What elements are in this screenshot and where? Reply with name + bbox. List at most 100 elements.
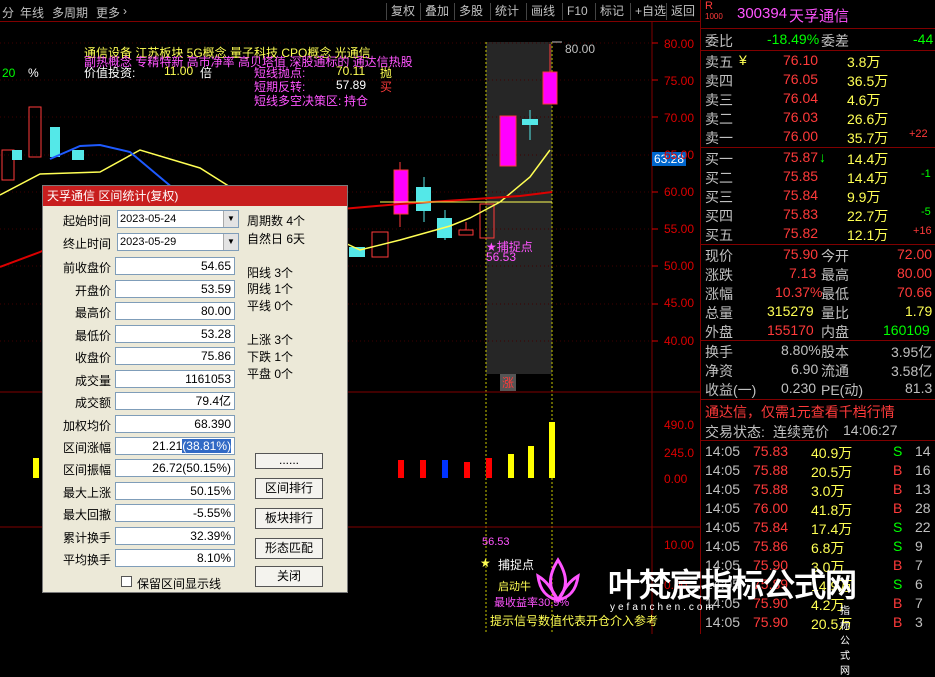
end-time-select[interactable]: 2023-05-29 ▼ xyxy=(117,233,239,251)
bid-vol: 9.9万 xyxy=(847,189,881,205)
stat-label: 最低 xyxy=(821,286,849,302)
short-ls-label: 短线多空决策区: xyxy=(254,94,342,108)
start-time-value: 2023-05-24 xyxy=(120,213,177,225)
toolbar-item-multi-period[interactable]: 多周期 xyxy=(52,4,88,21)
stat-value: 10.37% xyxy=(775,284,823,300)
tick-side: B xyxy=(893,500,903,516)
field-value[interactable]: 53.59 xyxy=(115,279,235,298)
more-arrow-icon[interactable]: › xyxy=(123,4,127,18)
promo-link[interactable]: 通达信，仅需1元查看千档行情 xyxy=(701,401,935,420)
short-rev-val: 57.89 xyxy=(336,78,367,92)
dialog-title[interactable]: 天孚通信 区间统计(复权) xyxy=(43,186,347,206)
tick-count: 9 xyxy=(915,538,923,554)
field-label: 区间振幅 xyxy=(62,463,111,477)
yang-count: 阳线 3个 xyxy=(247,266,294,280)
overlay-button[interactable]: 叠加 xyxy=(420,3,453,20)
close-button[interactable]: 关闭 xyxy=(255,566,323,587)
weibi-row: 委比 -18.49% 委差 -44 xyxy=(701,30,935,49)
chevron-down-icon[interactable]: ▼ xyxy=(223,234,238,250)
start-time-select[interactable]: 2023-05-24 ▼ xyxy=(117,210,239,228)
ask-row[interactable]: 卖二 76.03 26.6万 xyxy=(701,108,935,127)
field-value[interactable]: 79.4亿 xyxy=(115,392,235,410)
sector-ranking-button[interactable]: 板块排行 xyxy=(255,508,323,529)
multi-stock-button[interactable]: 多股 xyxy=(454,3,487,20)
chevron-down-icon[interactable]: ▼ xyxy=(223,211,238,227)
tick-side: B xyxy=(893,595,903,611)
mark-button[interactable]: 标记 xyxy=(595,3,628,20)
draw-line-button[interactable]: 画线 xyxy=(526,3,559,20)
field-label: 成交量 xyxy=(74,373,111,388)
stat-row: 净资 6.90 流通 3.58亿 xyxy=(701,360,935,379)
weibi-val: -18.49% xyxy=(767,31,820,47)
tick-time: 14:05 xyxy=(705,614,741,630)
keep-line-checkbox[interactable] xyxy=(121,576,132,587)
toolbar-item-minute[interactable]: 分 xyxy=(2,4,14,21)
tick-price: 75.83 xyxy=(753,443,789,459)
stat-label: 涨幅 xyxy=(705,286,733,302)
ask-row[interactable]: 卖三 76.04 4.6万 xyxy=(701,89,935,108)
field-value[interactable]: 53.28 xyxy=(115,324,235,343)
ask-row[interactable]: 卖五 ¥ 76.10 3.8万 xyxy=(701,51,935,70)
field-value[interactable]: 54.65 xyxy=(115,257,235,275)
yin-count: 阴线 1个 xyxy=(247,282,294,296)
restore-rights-button[interactable]: 复权 xyxy=(386,3,419,20)
natural-days: 自然日 6天 xyxy=(247,232,306,246)
interval-selection-band xyxy=(486,42,552,374)
field-value[interactable]: 1161053 xyxy=(115,369,235,388)
flat-market-count: 平盘 0个 xyxy=(247,367,294,381)
field-value[interactable]: 50.15% xyxy=(115,481,235,500)
ask-price: 76.00 xyxy=(783,128,819,144)
ask-row[interactable]: 卖一 76.00 35.7万 +22 xyxy=(701,127,935,146)
stat-label: 今开 xyxy=(821,248,849,264)
stat-row: 换手 8.80% 股本 3.95亿 xyxy=(701,341,935,360)
field-label: 成交额 xyxy=(74,396,111,410)
toolbar-item-more[interactable]: 更多 xyxy=(96,4,120,21)
bid-chg: -5 xyxy=(921,206,931,218)
weibi-label: 委比 xyxy=(705,33,733,49)
bid-price: 75.82 xyxy=(783,225,819,241)
toolbar-item-year[interactable]: 年线 xyxy=(20,4,44,21)
more-button[interactable]: ...... xyxy=(255,453,323,469)
bid-row[interactable]: 买五 75.82 12.1万 +16 xyxy=(701,224,935,243)
f10-button[interactable]: F10 xyxy=(562,3,592,20)
tick-price: 75.86 xyxy=(753,538,789,554)
ask-chg: +22 xyxy=(909,128,928,140)
ask-row[interactable]: 卖四 76.05 36.5万 xyxy=(701,70,935,89)
field-label: 开盘价 xyxy=(74,283,111,298)
back-button[interactable]: 返回 xyxy=(666,3,699,20)
value-invest-unit: 倍 xyxy=(200,66,213,80)
add-watchlist-button[interactable]: +自选 xyxy=(630,3,670,20)
tick-price: 75.90 xyxy=(753,614,789,630)
range-change-field[interactable]: 21.21(38.81%) xyxy=(115,437,235,455)
tick-side: S xyxy=(893,538,903,554)
field-value[interactable]: 75.86 xyxy=(115,347,235,365)
field-value[interactable]: 8.10% xyxy=(115,549,235,567)
tick-side: B xyxy=(893,481,903,497)
stat-value: 155170 xyxy=(767,322,814,338)
statistics-button[interactable]: 统计 xyxy=(490,3,523,20)
tick-count: 13 xyxy=(915,481,931,497)
field-value[interactable]: -5.55% xyxy=(115,504,235,522)
bid-row[interactable]: 买三 75.84 9.9万 xyxy=(701,186,935,205)
bid-row[interactable]: 买二 75.85 14.4万 -1 xyxy=(701,167,935,186)
tick-price: 75.88 xyxy=(753,481,789,497)
bid-row[interactable]: 买四 75.83 22.7万 -5 xyxy=(701,205,935,224)
field-value[interactable]: 80.00 xyxy=(115,302,235,320)
field-value[interactable]: 26.72(50.15%) xyxy=(115,459,235,477)
y-tick: 55.00 xyxy=(664,222,695,236)
short-rev-act: 买 xyxy=(380,80,393,94)
tick-time: 14:05 xyxy=(705,481,741,497)
bid-row[interactable]: 买一 75.87 ↓ 14.4万 xyxy=(701,148,935,167)
ask-vol: 3.8万 xyxy=(847,54,881,70)
y-tick: 40.00 xyxy=(664,334,695,348)
field-value[interactable]: 32.39% xyxy=(115,526,235,545)
pattern-match-button[interactable]: 形态匹配 xyxy=(255,538,323,559)
stat-value: 6.90 xyxy=(791,361,819,377)
up-count: 上涨 3个 xyxy=(247,333,294,347)
range-change-pct: (38.81%) xyxy=(182,439,231,453)
interval-ranking-button[interactable]: 区间排行 xyxy=(255,478,323,499)
bid-chg: +16 xyxy=(913,225,932,237)
stat-label: 量比 xyxy=(821,305,849,321)
field-value[interactable]: 68.390 xyxy=(115,414,235,433)
field-label: 前收盘价 xyxy=(62,261,111,275)
